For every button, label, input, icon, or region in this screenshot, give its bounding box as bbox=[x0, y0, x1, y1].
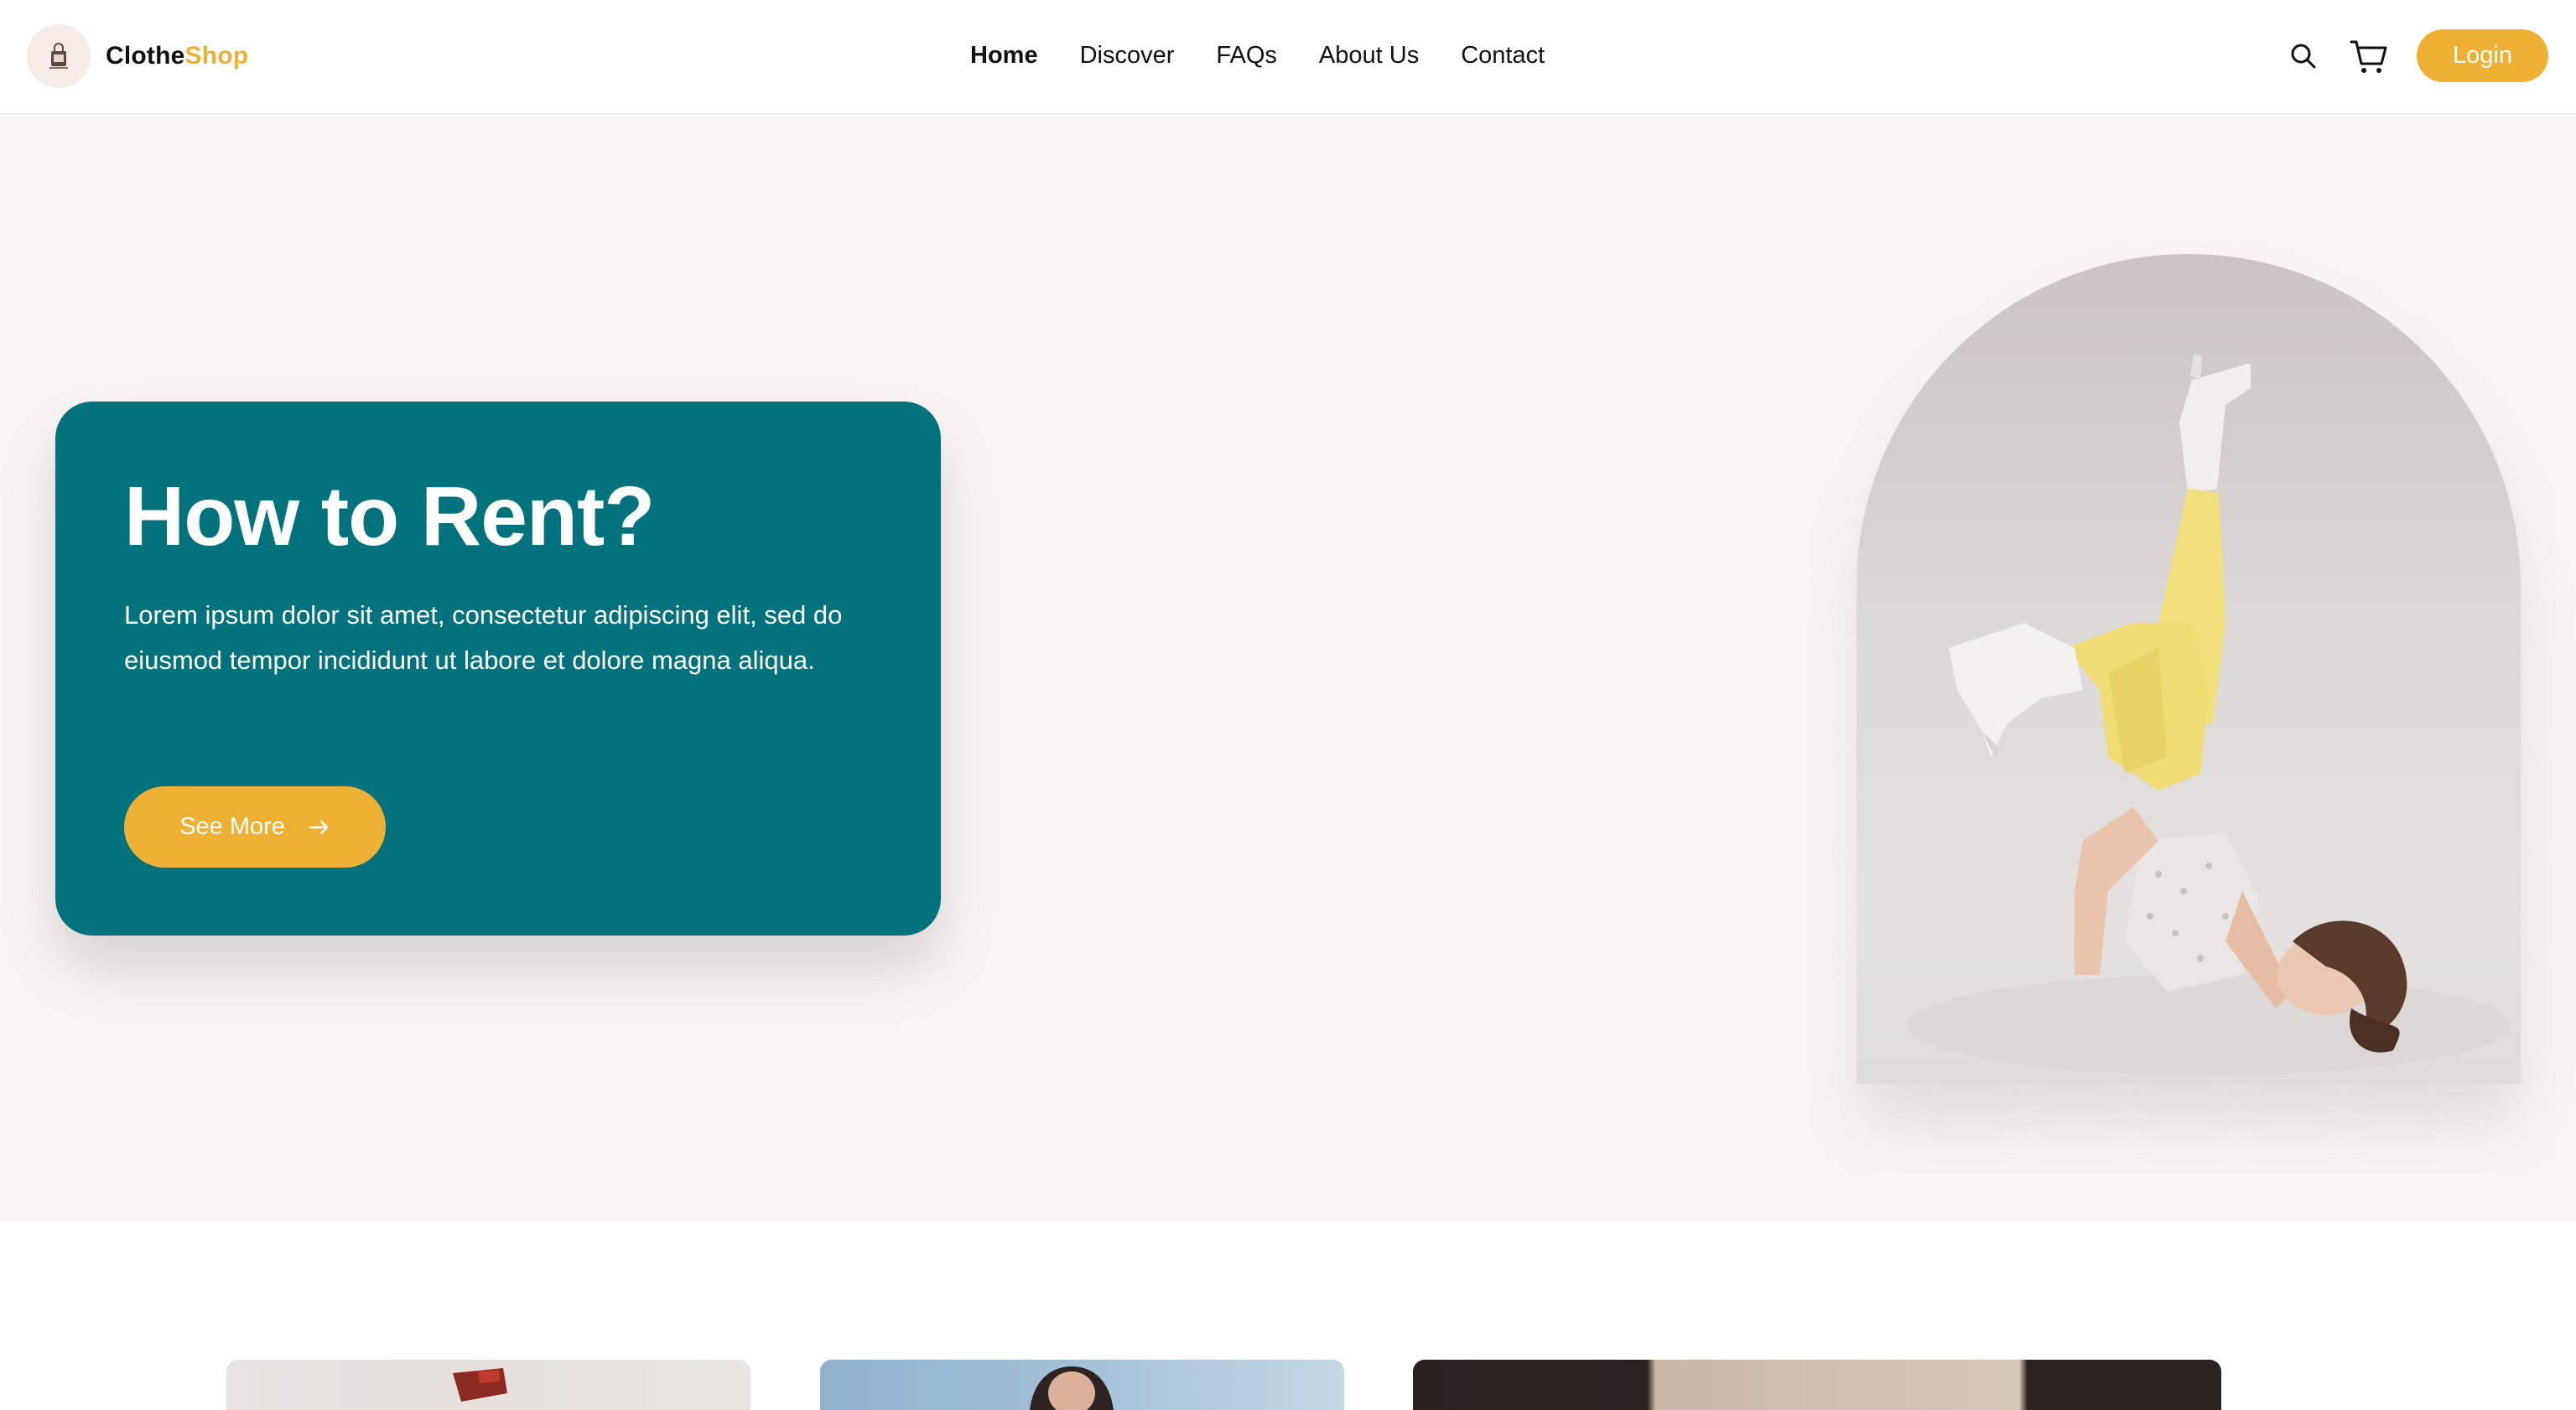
brand-name-part2: Shop bbox=[184, 42, 249, 70]
brand[interactable]: ClotheShop bbox=[27, 24, 248, 88]
search-icon bbox=[2291, 44, 2316, 69]
arrow-right-icon bbox=[309, 820, 329, 834]
model-illustration bbox=[1907, 355, 2511, 1076]
hero-section: How to Rent? Lorem ipsum dolor sit amet,… bbox=[0, 117, 2576, 1221]
brand-name: ClotheShop bbox=[106, 42, 248, 70]
fashion-model-photo bbox=[1857, 254, 2521, 1084]
navbar: ClotheShop Home Discover FAQs About Us C… bbox=[0, 0, 2576, 115]
login-button[interactable]: Login bbox=[2417, 29, 2548, 82]
brand-name-part1: Clothe bbox=[106, 42, 185, 70]
nav-link-home[interactable]: Home bbox=[970, 37, 1038, 74]
see-more-label: See More bbox=[179, 813, 285, 840]
cart-button[interactable] bbox=[2346, 34, 2392, 79]
hero-title: How to Rent? bbox=[124, 469, 655, 563]
product-card-1[interactable] bbox=[226, 1360, 750, 1410]
how-to-rent-card: How to Rent? Lorem ipsum dolor sit amet,… bbox=[55, 402, 941, 936]
product-image-1 bbox=[453, 1368, 507, 1402]
nav-link-faqs[interactable]: FAQs bbox=[1216, 37, 1277, 74]
see-more-button[interactable]: See More bbox=[124, 786, 386, 868]
product-card-2[interactable] bbox=[820, 1360, 1344, 1410]
shop-bag-icon bbox=[27, 24, 91, 88]
nav-link-contact[interactable]: Contact bbox=[1461, 37, 1545, 74]
search-button[interactable] bbox=[2281, 34, 2326, 79]
main-nav: Home Discover FAQs About Us Contact bbox=[970, 37, 1587, 74]
product-image-2 bbox=[1030, 1366, 1114, 1410]
product-card-3[interactable] bbox=[1413, 1360, 2221, 1410]
cart-icon bbox=[2350, 40, 2387, 73]
products-section bbox=[0, 1221, 2576, 1410]
hero-text: Lorem ipsum dolor sit amet, consectetur … bbox=[124, 600, 843, 675]
nav-link-discover[interactable]: Discover bbox=[1080, 37, 1175, 74]
nav-link-about-us[interactable]: About Us bbox=[1319, 37, 1419, 74]
